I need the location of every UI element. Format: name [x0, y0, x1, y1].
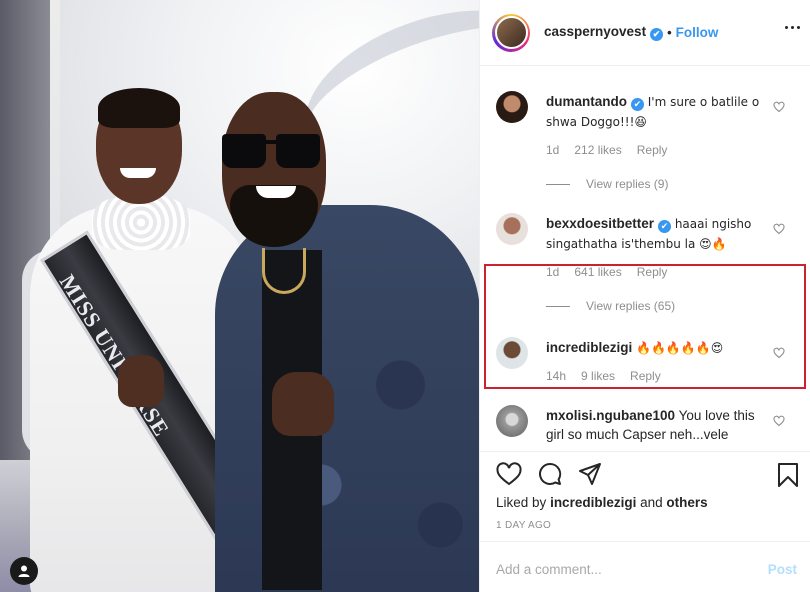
comment-time: 1d [546, 143, 560, 157]
liked-by-summary: Liked by incrediblezigi and others [496, 495, 708, 510]
follow-button[interactable]: Follow [676, 25, 719, 40]
commenter-username[interactable]: bexxdoesitbetter [546, 216, 654, 231]
man-camo-jacket [215, 205, 479, 592]
gold-chain [262, 248, 306, 294]
comment-bubble-icon[interactable] [538, 462, 562, 486]
commenter-avatar[interactable] [496, 405, 528, 437]
save-bookmark-icon[interactable] [777, 462, 799, 488]
verified-badge-icon: ✔ [650, 28, 664, 41]
post-comment-button[interactable]: Post [768, 562, 797, 577]
reply-button[interactable]: Reply [637, 143, 668, 157]
view-replies-button[interactable]: View replies (9) [546, 177, 668, 191]
post-side-panel: cassper­nyovest ✔ • Follow dumantando ✔ I'… [479, 0, 810, 592]
like-comment-heart-icon[interactable] [773, 101, 785, 113]
like-heart-icon[interactable] [496, 462, 522, 486]
man-smile [256, 186, 296, 198]
header-separator: • [667, 25, 672, 40]
person-icon [18, 565, 30, 577]
comments-list[interactable]: dumantando ✔ I'm sure o batlile o shwa Do… [480, 66, 810, 451]
woman-thumbs-up [118, 355, 164, 407]
add-comment-bar: Add a comment... Post [480, 541, 810, 592]
woman-hair [98, 88, 180, 128]
post-photo[interactable]: MISS UNIVERSE [0, 0, 479, 592]
woman-smile [120, 168, 156, 178]
commenter-username[interactable]: mxolisi.ngubane100 [546, 408, 675, 423]
man-thumbs-up [272, 372, 334, 436]
sunglasses [222, 134, 322, 170]
tagged-users-button[interactable] [10, 557, 38, 585]
verified-badge-icon: ✔ [631, 98, 644, 111]
share-paper-plane-icon[interactable] [578, 462, 602, 486]
comment-likes[interactable]: 212 likes [574, 143, 621, 157]
commenter-username[interactable]: dumantando [546, 94, 627, 109]
like-comment-heart-icon[interactable] [773, 415, 785, 427]
comment-input[interactable]: Add a comment... [496, 562, 602, 577]
more-options-icon[interactable] [785, 26, 800, 29]
commenter-avatar[interactable] [496, 213, 528, 245]
author-avatar[interactable] [492, 13, 530, 52]
author-username-link[interactable]: cassper­nyovest ✔ [544, 24, 664, 41]
highlight-box [484, 264, 806, 389]
post-header: cassper­nyovest ✔ • Follow [480, 0, 810, 66]
liked-by-user-link[interactable]: incrediblezigi [550, 495, 636, 510]
liked-by-others-link[interactable]: others [666, 495, 707, 510]
verified-badge-icon: ✔ [658, 220, 672, 233]
like-comment-heart-icon[interactable] [773, 223, 785, 235]
commenter-avatar[interactable] [496, 91, 528, 123]
post-date[interactable]: 1 DAY AGO [496, 520, 551, 531]
post-actions: Liked by incrediblezigi and others 1 DAY… [480, 451, 810, 541]
